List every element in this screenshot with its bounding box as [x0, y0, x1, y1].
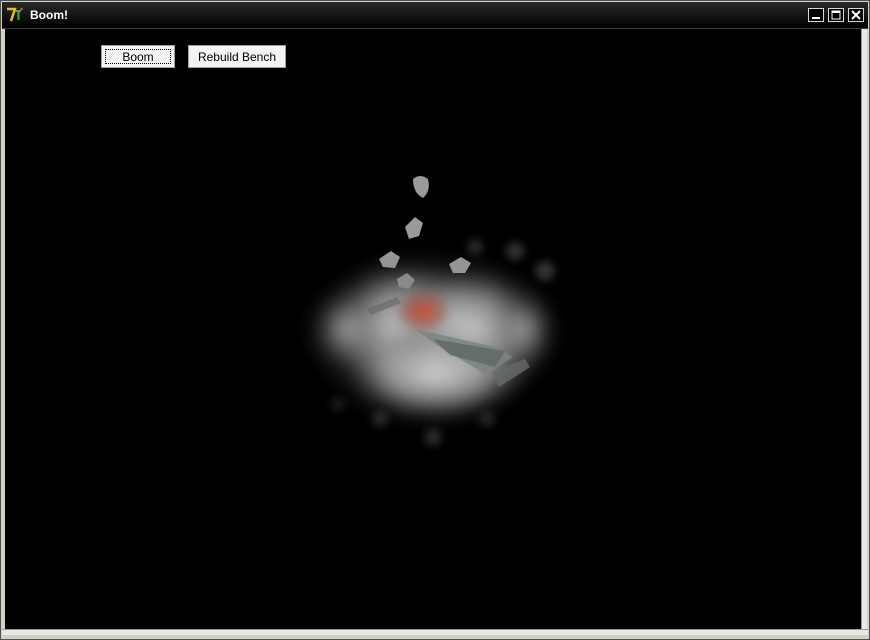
window-border-bottom[interactable] [2, 629, 868, 635]
app-window: Boom! Boom Rebuild Bench [0, 0, 870, 640]
explosion-scene [300, 176, 560, 446]
render-viewport[interactable] [5, 29, 861, 629]
rebuild-bench-button[interactable]: Rebuild Bench [188, 45, 286, 68]
title-bar[interactable]: Boom! [2, 2, 868, 29]
rebuild-bench-label: Rebuild Bench [197, 49, 277, 64]
close-icon [851, 10, 861, 20]
maximize-icon [831, 10, 841, 20]
app-logo-icon [7, 7, 23, 22]
minimize-button[interactable] [808, 8, 824, 22]
boom-button[interactable]: Boom [101, 45, 175, 68]
window-title: Boom! [30, 8, 68, 22]
close-button[interactable] [848, 8, 864, 22]
boom-button-label: Boom [122, 49, 154, 64]
minimize-icon [812, 17, 820, 19]
window-border-right[interactable] [861, 29, 867, 633]
fireball [395, 289, 451, 333]
maximize-button[interactable] [828, 8, 844, 22]
